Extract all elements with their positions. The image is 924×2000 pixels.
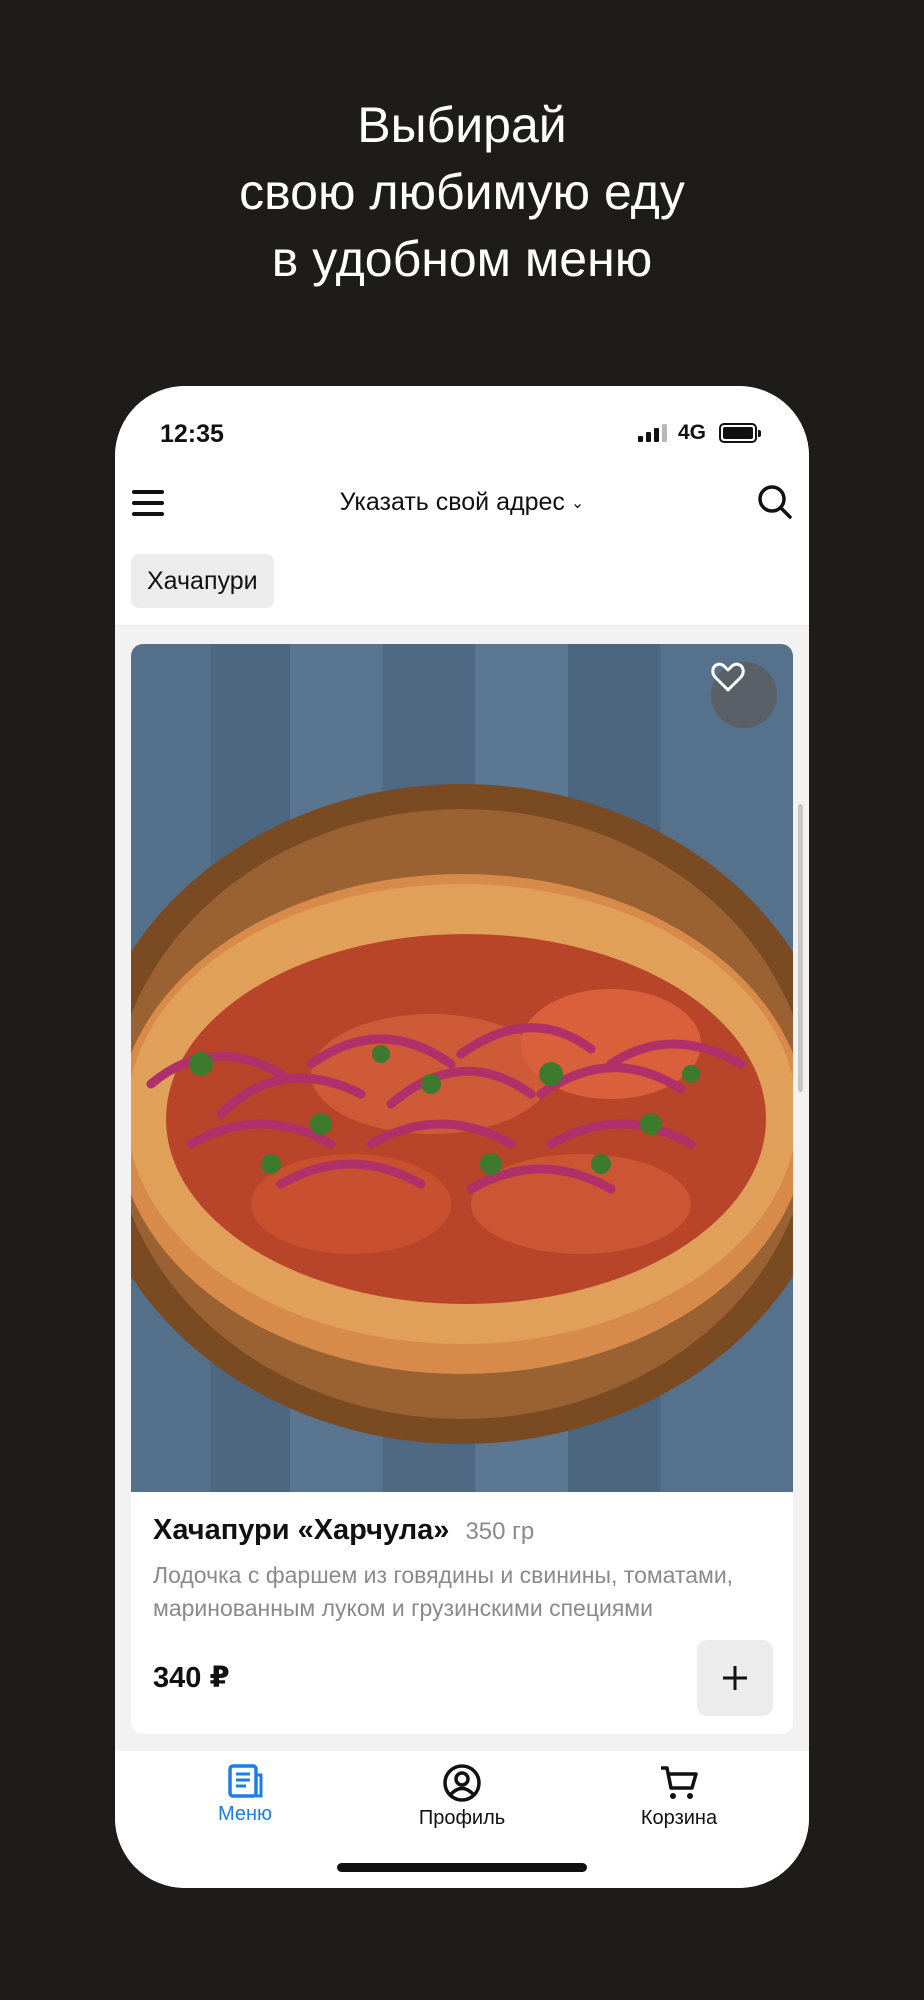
product-price: 340 ₽ — [153, 1662, 230, 1694]
signal-icon — [638, 424, 667, 442]
phone-frame: 12:35 4G Указать свой адрес ⌄ Хачапури Х… — [115, 386, 809, 1888]
tab-profile-label: Профиль — [418, 1807, 506, 1829]
promo-line-2: свою любимую еду — [239, 164, 685, 220]
battery-icon — [719, 423, 761, 443]
category-chip-khachapuri[interactable]: Хачапури — [131, 554, 274, 608]
product-description: Лодочка с фаршем из говядины и свинины, … — [153, 1562, 734, 1621]
promo-line-3: в удобном меню — [271, 231, 653, 287]
promo-line-1: Выбирай — [357, 97, 567, 153]
product-info: Хачапури «Харчула» 350 гр Лодочка с фарш… — [153, 1514, 773, 1625]
status-bar: 12:35 4G — [115, 386, 809, 462]
status-time: 12:35 — [160, 420, 224, 448]
product-name: Хачапури «Харчула» — [153, 1514, 450, 1546]
scrollbar[interactable] — [798, 804, 803, 1092]
plus-icon — [723, 1666, 747, 1690]
chevron-down-icon: ⌄ — [570, 495, 585, 512]
favorite-button[interactable] — [711, 662, 777, 728]
address-selector[interactable]: Указать свой адрес ⌄ — [115, 482, 809, 524]
tab-menu-label: Меню — [217, 1803, 273, 1825]
menu-doc-icon — [228, 1764, 263, 1798]
tab-menu[interactable]: Меню — [165, 1763, 325, 1826]
category-bar: Хачапури — [115, 544, 809, 626]
product-photo — [131, 644, 793, 1492]
home-indicator — [337, 1863, 587, 1872]
tab-cart[interactable]: Корзина — [599, 1763, 759, 1830]
tab-cart-label: Корзина — [640, 1807, 718, 1829]
profile-icon — [443, 1764, 481, 1802]
heart-icon — [711, 662, 745, 692]
top-bar: Указать свой адрес ⌄ — [115, 462, 809, 544]
network-type: 4G — [678, 421, 707, 444]
product-card[interactable]: Хачапури «Харчула» 350 гр Лодочка с фарш… — [131, 644, 793, 1734]
add-to-cart-button[interactable] — [697, 1640, 773, 1716]
address-label: Указать свой адрес — [339, 488, 565, 516]
tab-profile[interactable]: Профиль — [382, 1763, 542, 1830]
cart-icon — [661, 1766, 698, 1799]
promo-headline: Выбирай свою любимую еду в удобном меню — [0, 92, 924, 293]
product-weight: 350 гр — [465, 1518, 535, 1545]
search-icon[interactable] — [757, 484, 793, 520]
